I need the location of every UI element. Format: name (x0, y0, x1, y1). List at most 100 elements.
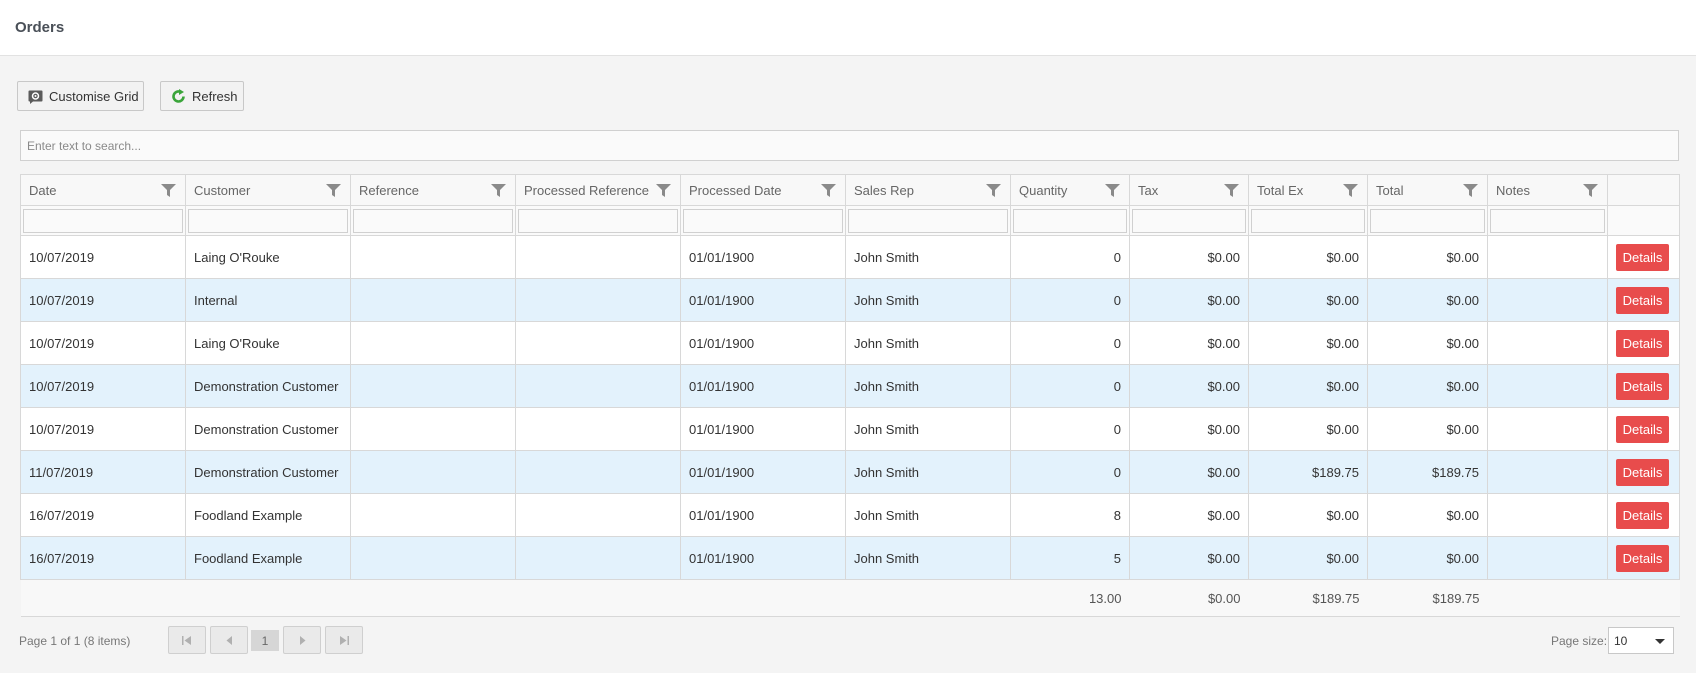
pager-info: Page 1 of 1 (8 items) (19, 634, 131, 648)
table-row[interactable]: 10/07/2019 Demonstration Customer 01/01/… (20, 407, 1680, 451)
column-header-total-ex[interactable]: Total Ex (1248, 174, 1368, 206)
details-button[interactable]: Details (1616, 329, 1669, 357)
filter-icon[interactable] (1463, 184, 1478, 197)
details-button[interactable]: Details (1616, 544, 1669, 572)
summary-cell (680, 579, 846, 617)
filter-input-processed-reference[interactable] (518, 208, 678, 233)
table-row[interactable]: 10/07/2019 Laing O'Rouke 01/01/1900 John… (20, 235, 1680, 279)
next-page-button[interactable] (283, 626, 321, 654)
filter-icon[interactable] (326, 184, 341, 197)
cell-quantity: 0 (1010, 321, 1130, 365)
filter-input-total[interactable] (1370, 208, 1485, 233)
column-header-processed-reference[interactable]: Processed Reference (515, 174, 681, 206)
cell-actions: Details (1607, 278, 1680, 322)
cell-quantity: 5 (1010, 536, 1130, 580)
cell-reference (350, 493, 516, 537)
filter-icon[interactable] (1105, 184, 1120, 197)
column-header-processed-date[interactable]: Processed Date (680, 174, 846, 206)
prev-page-button[interactable] (210, 626, 248, 654)
last-page-button[interactable] (325, 626, 363, 654)
cell-processed-date: 01/01/1900 (680, 536, 846, 580)
cell-processed-date: 01/01/1900 (680, 235, 846, 279)
cell-reference (350, 278, 516, 322)
summary-quantity: 13.00 (1010, 579, 1130, 617)
filter-input-total-ex[interactable] (1251, 208, 1365, 233)
filter-input-notes[interactable] (1490, 208, 1605, 233)
summary-cell (350, 579, 516, 617)
summary-total: $189.75 (1367, 579, 1488, 617)
cell-sales-rep: John Smith (845, 321, 1011, 365)
filter-icon[interactable] (656, 184, 671, 197)
current-page[interactable]: 1 (251, 630, 279, 651)
filter-icon[interactable] (1224, 184, 1239, 197)
cell-processed-reference (515, 407, 681, 451)
summary-tax: $0.00 (1129, 579, 1249, 617)
summary-cell (1607, 579, 1680, 617)
table-row[interactable]: 11/07/2019 Demonstration Customer 01/01/… (20, 450, 1680, 494)
filter-icon[interactable] (1583, 184, 1598, 197)
cell-notes (1487, 364, 1608, 408)
filter-input-date[interactable] (23, 208, 183, 233)
details-button[interactable]: Details (1616, 458, 1669, 486)
cell-tax: $0.00 (1129, 235, 1249, 279)
last-page-icon (340, 635, 349, 645)
cell-processed-reference (515, 450, 681, 494)
filter-icon[interactable] (1343, 184, 1358, 197)
cell-processed-date: 01/01/1900 (680, 278, 846, 322)
column-header-tax[interactable]: Tax (1129, 174, 1249, 206)
table-row[interactable]: 16/07/2019 Foodland Example 01/01/1900 J… (20, 536, 1680, 580)
table-row[interactable]: 10/07/2019 Internal 01/01/1900 John Smit… (20, 278, 1680, 322)
column-header-notes[interactable]: Notes (1487, 174, 1608, 206)
cell-quantity: 0 (1010, 407, 1130, 451)
column-header-total[interactable]: Total (1367, 174, 1488, 206)
filter-input-processed-date[interactable] (683, 208, 843, 233)
filter-input-customer[interactable] (188, 208, 348, 233)
column-header-sales-rep[interactable]: Sales Rep (845, 174, 1011, 206)
filter-cell (515, 205, 681, 236)
cell-notes (1487, 407, 1608, 451)
cell-reference (350, 536, 516, 580)
cell-total: $0.00 (1367, 536, 1488, 580)
cell-processed-date: 01/01/1900 (680, 407, 846, 451)
cell-date: 10/07/2019 (20, 278, 186, 322)
filter-input-sales-rep[interactable] (848, 208, 1008, 233)
details-button[interactable]: Details (1616, 501, 1669, 529)
cell-date: 10/07/2019 (20, 364, 186, 408)
summary-row: 13.00 $0.00 $189.75 $189.75 (20, 579, 1680, 617)
cell-total-ex: $189.75 (1248, 450, 1368, 494)
cell-sales-rep: John Smith (845, 235, 1011, 279)
cell-total: $0.00 (1367, 235, 1488, 279)
cell-tax: $0.00 (1129, 364, 1249, 408)
chevron-down-icon (1655, 639, 1665, 644)
filter-icon[interactable] (821, 184, 836, 197)
filter-icon[interactable] (986, 184, 1001, 197)
filter-icon[interactable] (161, 184, 176, 197)
column-header-reference[interactable]: Reference (350, 174, 516, 206)
filter-input-quantity[interactable] (1013, 208, 1127, 233)
cell-quantity: 0 (1010, 278, 1130, 322)
refresh-button[interactable]: Refresh (160, 81, 244, 111)
table-row[interactable]: 10/07/2019 Demonstration Customer 01/01/… (20, 364, 1680, 408)
details-button[interactable]: Details (1616, 243, 1669, 271)
column-header-quantity[interactable]: Quantity (1010, 174, 1130, 206)
column-header-customer[interactable]: Customer (185, 174, 351, 206)
cell-processed-reference (515, 278, 681, 322)
column-header-date[interactable]: Date (20, 174, 186, 206)
table-row[interactable]: 10/07/2019 Laing O'Rouke 01/01/1900 John… (20, 321, 1680, 365)
filter-input-tax[interactable] (1132, 208, 1246, 233)
search-input[interactable] (21, 131, 1678, 160)
customise-grid-button[interactable]: Customise Grid (17, 81, 144, 111)
first-page-button[interactable] (168, 626, 206, 654)
filter-cell (1367, 205, 1488, 236)
filter-cell-empty (1607, 205, 1680, 236)
details-button[interactable]: Details (1616, 286, 1669, 314)
cell-actions: Details (1607, 536, 1680, 580)
cell-sales-rep: John Smith (845, 450, 1011, 494)
filter-icon[interactable] (491, 184, 506, 197)
page-size-select[interactable]: 10 (1608, 627, 1674, 654)
refresh-label: Refresh (192, 88, 238, 104)
details-button[interactable]: Details (1616, 415, 1669, 443)
filter-input-reference[interactable] (353, 208, 513, 233)
table-row[interactable]: 16/07/2019 Foodland Example 01/01/1900 J… (20, 493, 1680, 537)
details-button[interactable]: Details (1616, 372, 1669, 400)
